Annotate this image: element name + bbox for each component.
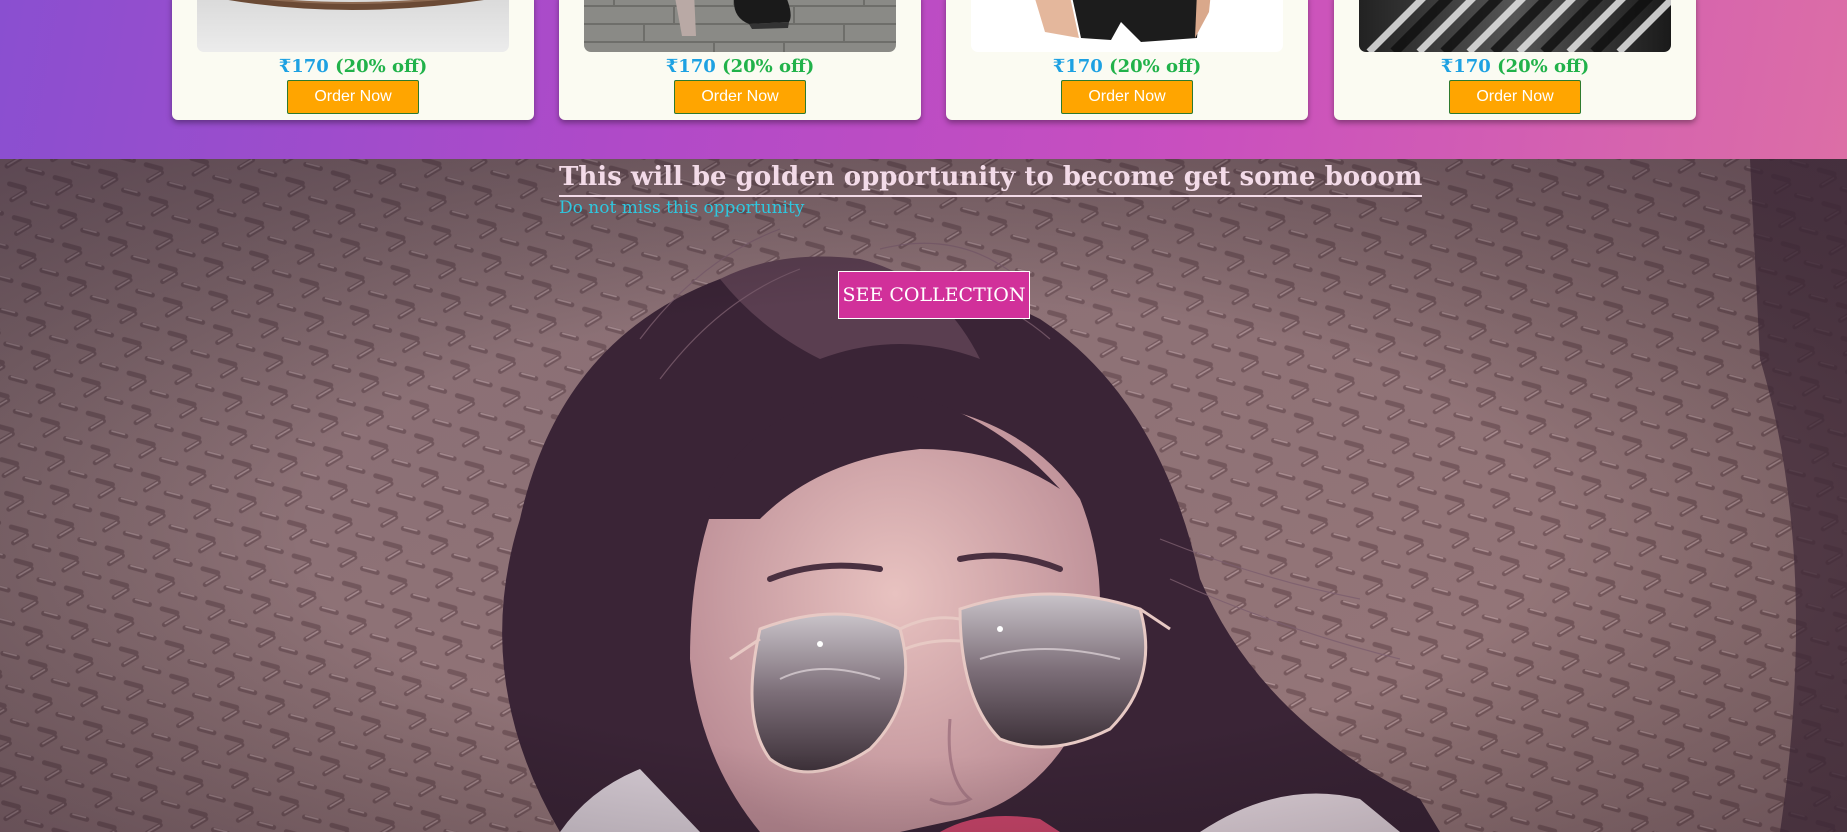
discount-label: (20% off) — [722, 56, 815, 77]
price-amount: ₹170 — [665, 56, 716, 77]
price-label: ₹170 (20% off) — [946, 56, 1308, 78]
discount-label: (20% off) — [1497, 56, 1590, 77]
hero-background-photo — [0, 159, 1847, 832]
hero-title: This will be golden opportunity to becom… — [559, 159, 1423, 197]
product-card: ₹170 (20% off) Order Now — [946, 0, 1308, 120]
product-image[interactable] — [971, 0, 1283, 52]
product-card: ₹170 (20% off) Order Now — [172, 0, 534, 120]
see-collection-button[interactable]: SEE COLLECTION — [838, 271, 1030, 319]
price-amount: ₹170 — [1052, 56, 1103, 77]
product-image[interactable] — [584, 0, 896, 52]
product-card: ₹170 (20% off) Order Now — [559, 0, 921, 120]
order-now-button[interactable]: Order Now — [1061, 80, 1193, 114]
product-card: ₹170 (20% off) Order Now — [1334, 0, 1696, 120]
price-label: ₹170 (20% off) — [559, 56, 921, 78]
product-image[interactable] — [1359, 0, 1671, 52]
order-now-button[interactable]: Order Now — [674, 80, 806, 114]
price-label: ₹170 (20% off) — [172, 56, 534, 78]
discount-label: (20% off) — [335, 56, 428, 77]
hero-subtitle: Do not miss this opportunity — [559, 198, 805, 218]
price-label: ₹170 (20% off) — [1334, 56, 1696, 78]
price-amount: ₹170 — [1440, 56, 1491, 77]
hero-banner: This will be golden opportunity to becom… — [0, 159, 1847, 832]
order-now-button[interactable]: Order Now — [287, 80, 419, 114]
product-strip: ₹170 (20% off) Order Now ₹170 (20% off) … — [0, 0, 1847, 159]
order-now-button[interactable]: Order Now — [1449, 80, 1581, 114]
page: ₹170 (20% off) Order Now ₹170 (20% off) … — [0, 0, 1847, 832]
discount-label: (20% off) — [1109, 56, 1202, 77]
product-image[interactable] — [197, 0, 509, 52]
price-amount: ₹170 — [278, 56, 329, 77]
